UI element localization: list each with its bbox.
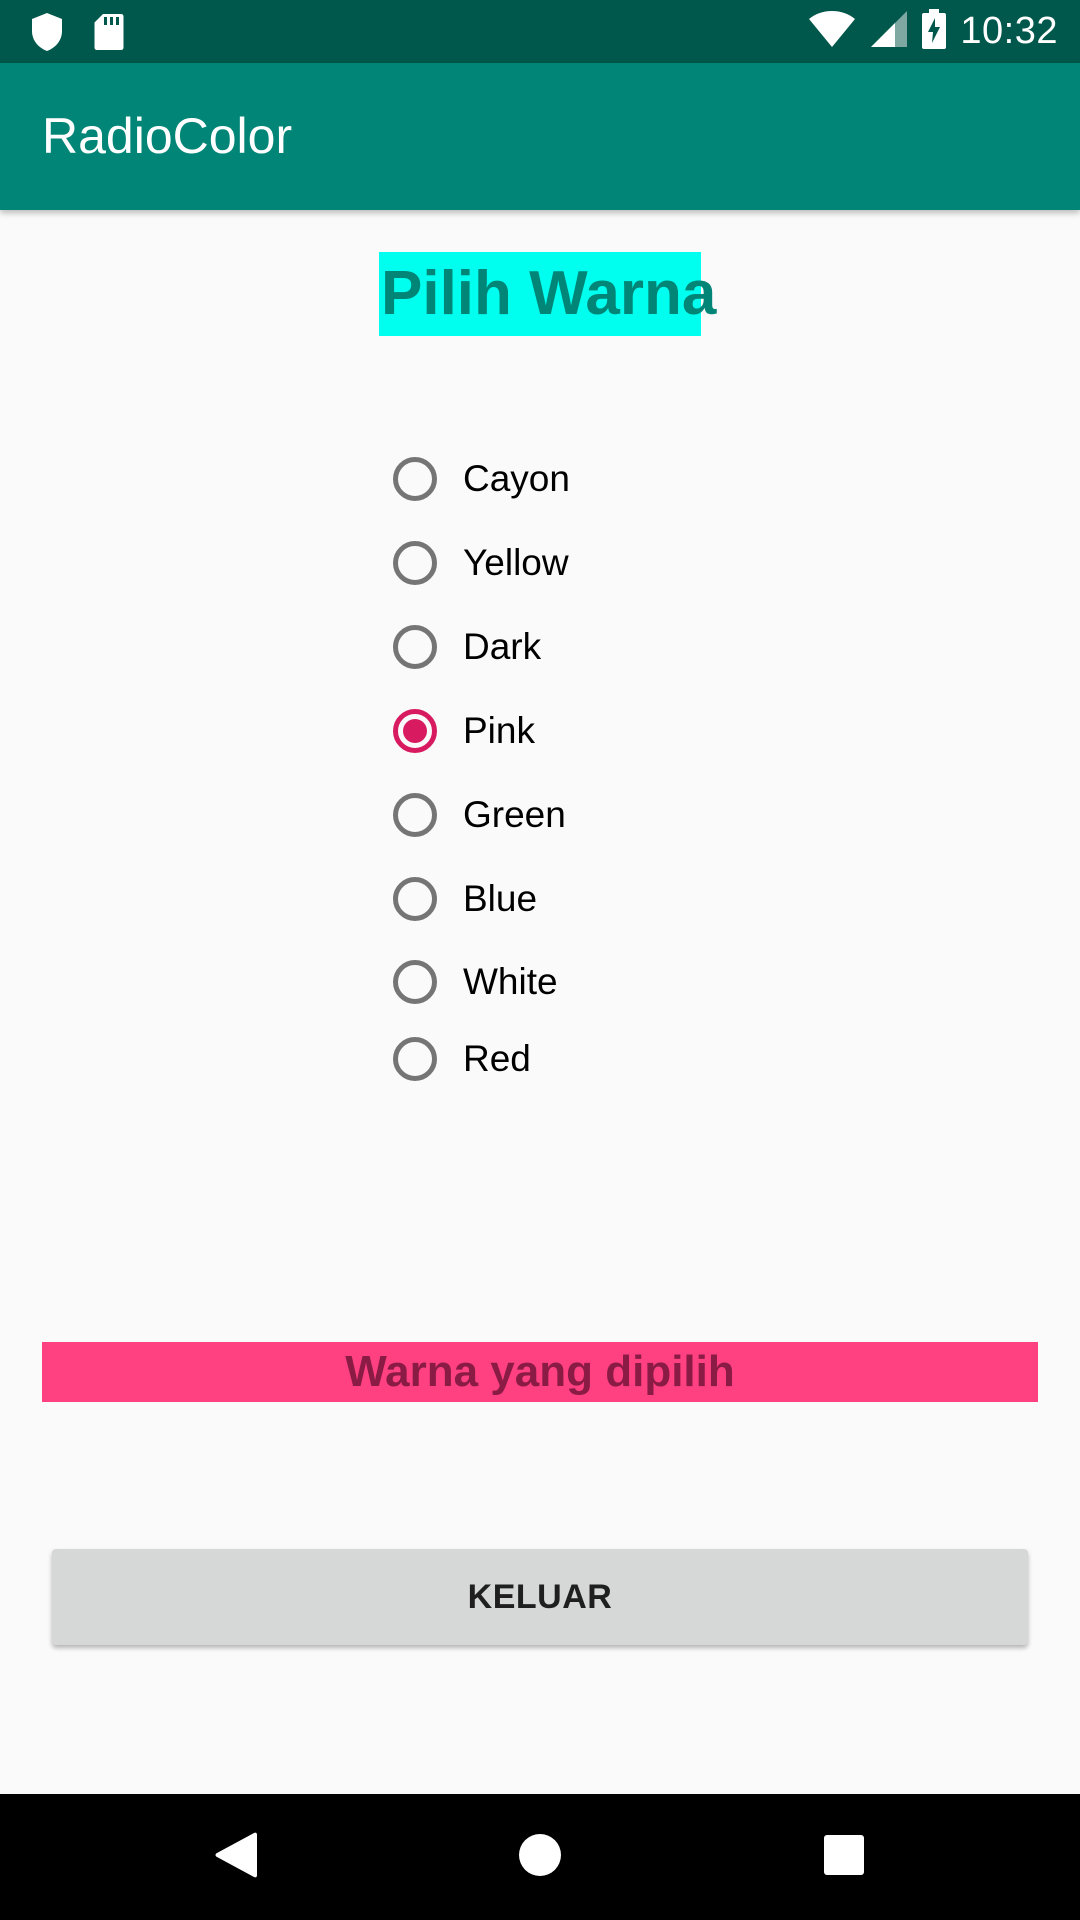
radio-label: Dark	[463, 626, 542, 667]
radio-label: Yellow	[463, 542, 569, 583]
home-button[interactable]	[480, 1794, 600, 1920]
radio-option-yellow[interactable]: Yellow	[393, 533, 569, 593]
radio-option-pink[interactable]: Pink	[393, 701, 535, 761]
radio-button-icon[interactable]	[393, 1037, 437, 1081]
radio-button-icon[interactable]	[393, 793, 437, 837]
radio-label: Cayon	[463, 458, 570, 499]
radio-label: Pink	[463, 710, 535, 751]
radio-label: Green	[463, 794, 566, 835]
radio-option-white[interactable]: White	[393, 952, 558, 1012]
battery-charging-icon	[922, 9, 947, 54]
radio-button-icon[interactable]	[393, 960, 437, 1004]
radio-option-green[interactable]: Green	[393, 785, 566, 845]
radio-option-red[interactable]: Red	[393, 1029, 531, 1089]
home-icon	[518, 1833, 562, 1882]
radio-button-icon[interactable]	[393, 457, 437, 501]
heading-container: Pilih Warna	[0, 252, 1080, 336]
back-button[interactable]	[176, 1794, 296, 1920]
keluar-button[interactable]: KELUAR	[52, 1549, 1028, 1645]
status-time: 10:32	[960, 10, 1058, 52]
shield-icon	[30, 12, 64, 57]
wifi-icon	[808, 10, 856, 53]
radio-button-checked-icon[interactable]	[393, 709, 437, 753]
radio-option-dark[interactable]: Dark	[393, 617, 541, 677]
page-heading: Pilih Warna	[379, 252, 716, 336]
radio-button-icon[interactable]	[393, 877, 437, 921]
signal-icon	[870, 10, 908, 53]
back-icon	[214, 1831, 258, 1884]
radio-button-icon[interactable]	[393, 625, 437, 669]
radio-label: Red	[463, 1038, 531, 1079]
navigation-bar	[0, 1794, 1080, 1920]
status-bar: 10:32	[0, 0, 1080, 63]
radio-option-cayon[interactable]: Cayon	[393, 449, 570, 509]
radio-option-blue[interactable]: Blue	[393, 869, 537, 929]
status-right-icons: 10:32	[808, 0, 1058, 63]
radio-label: Blue	[463, 878, 538, 919]
recents-icon	[824, 1834, 864, 1880]
recents-button[interactable]	[784, 1794, 904, 1920]
radio-button-icon[interactable]	[393, 541, 437, 585]
selected-color-display: Warna yang dipilih	[42, 1342, 1038, 1402]
radio-label: White	[463, 961, 558, 1002]
app-bar: RadioColor	[0, 63, 1080, 210]
sd-card-icon	[94, 13, 124, 56]
app-title: RadioColor	[42, 108, 293, 164]
status-left-icons	[30, 12, 124, 57]
